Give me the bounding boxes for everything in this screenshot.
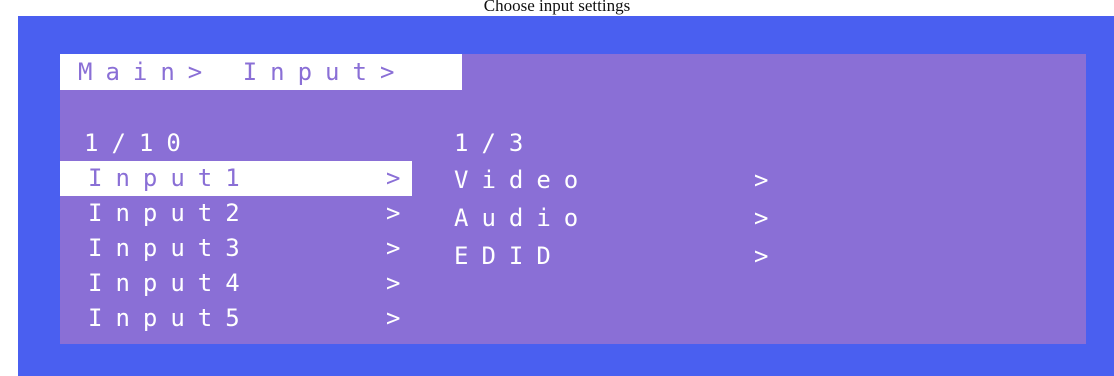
submenu-item-video[interactable]: Video > xyxy=(454,161,854,199)
input-item-label: Input2 xyxy=(88,199,253,227)
chevron-right-icon: > xyxy=(386,164,414,192)
chevron-right-icon: > xyxy=(754,242,782,270)
input-item-2[interactable]: Input2 > xyxy=(60,196,412,231)
submenu-page-indicator: 1/3 xyxy=(454,129,537,157)
chevron-right-icon: > xyxy=(386,199,414,227)
chevron-right-icon: > xyxy=(386,304,414,332)
input-item-5[interactable]: Input5 > xyxy=(60,301,412,336)
input-item-4[interactable]: Input4 > xyxy=(60,266,412,301)
input-list-page-indicator: 1/10 xyxy=(84,129,194,157)
chevron-right-icon: > xyxy=(754,204,782,232)
chevron-right-icon: > xyxy=(754,166,782,194)
osd-screen: Main> Input> 1/10 1/3 Input1 > Input2 > … xyxy=(60,54,1086,344)
input-item-label: Input5 xyxy=(88,304,253,332)
input-item-label: Input1 xyxy=(88,164,253,192)
submenu-item-label: EDID xyxy=(454,242,564,270)
input-item-1[interactable]: Input1 > xyxy=(60,161,412,196)
chevron-right-icon: > xyxy=(386,269,414,297)
input-item-label: Input4 xyxy=(88,269,253,297)
input-list: Input1 > Input2 > Input3 > Input4 > Inpu… xyxy=(60,161,412,336)
submenu-item-label: Video xyxy=(454,166,592,194)
chevron-right-icon: > xyxy=(386,234,414,262)
input-item-3[interactable]: Input3 > xyxy=(60,231,412,266)
submenu-item-edid[interactable]: EDID > xyxy=(454,237,854,275)
submenu-item-audio[interactable]: Audio > xyxy=(454,199,854,237)
input-submenu: Video > Audio > EDID > xyxy=(454,161,854,275)
breadcrumb: Main> Input> xyxy=(60,54,462,90)
submenu-item-label: Audio xyxy=(454,204,592,232)
input-item-label: Input3 xyxy=(88,234,253,262)
